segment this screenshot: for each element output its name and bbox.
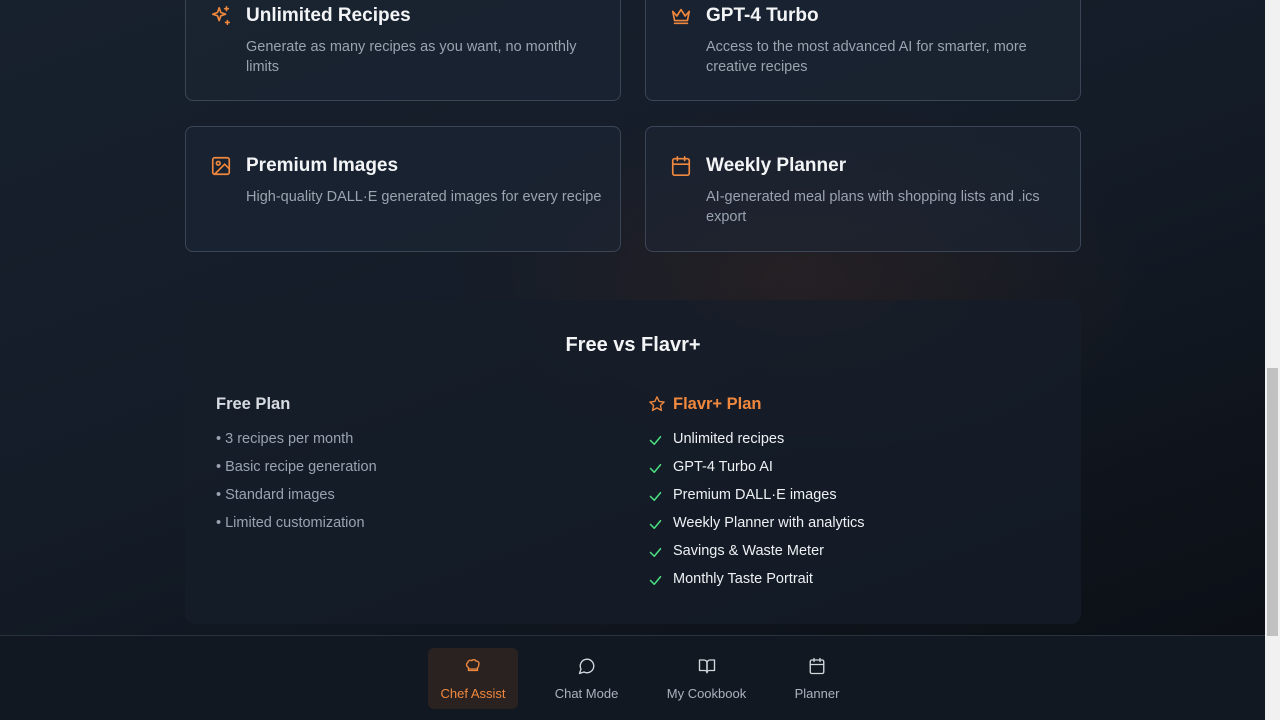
list-item: GPT-4 Turbo AI <box>648 459 865 487</box>
list-item: • Standard images <box>216 487 335 503</box>
check-icon <box>649 463 662 474</box>
feature-card-unlimited-recipes: Unlimited Recipes Generate as many recip… <box>185 0 621 101</box>
nav-label: Chat Mode <box>554 686 619 701</box>
check-icon <box>649 547 662 558</box>
feature-title: Weekly Planner <box>706 155 847 176</box>
feature-description: Generate as many recipes as you want, no… <box>246 39 577 75</box>
feature-title: Premium Images <box>246 155 399 176</box>
feature-description: AI-generated meal plans with shopping li… <box>706 189 1040 225</box>
list-item: • Limited customization <box>216 515 365 531</box>
chef-hat-icon <box>465 658 480 672</box>
list-item: Unlimited recipes <box>648 431 865 459</box>
nav-label: My Cookbook <box>666 686 747 701</box>
list-item-label: GPT-4 Turbo AI <box>673 459 773 475</box>
sparkles-icon <box>211 6 231 26</box>
star-icon <box>649 396 665 412</box>
list-item: • Basic recipe generation <box>216 459 377 475</box>
list-item-label: Unlimited recipes <box>673 431 785 447</box>
list-item-label: Monthly Taste Portrait <box>673 571 813 587</box>
page-scrollbar[interactable] <box>1265 0 1280 720</box>
list-item-label: Premium DALL·E images <box>673 487 837 503</box>
scrollbar-thumb[interactable] <box>1267 368 1278 636</box>
feature-title: GPT-4 Turbo <box>706 5 819 26</box>
flavr-plus-plan-heading: Flavr+ Plan <box>673 395 762 413</box>
feature-title: Unlimited Recipes <box>246 5 411 26</box>
list-item: Premium DALL·E images <box>648 487 865 515</box>
list-item-label: Weekly Planner with analytics <box>673 515 865 531</box>
crown-icon <box>671 8 691 25</box>
nav-item-my-cookbook[interactable]: My Cookbook <box>657 648 756 709</box>
comparison-title: Free vs Flavr+ <box>565 334 701 356</box>
check-icon <box>649 575 662 586</box>
plan-comparison-panel: Free vs Flavr+ Free Plan • 3 recipes per… <box>185 300 1081 624</box>
feature-description: Access to the most advanced AI for smart… <box>706 39 1027 75</box>
check-icon <box>649 519 662 530</box>
list-item: Weekly Planner with analytics <box>648 515 865 543</box>
check-icon <box>649 491 662 502</box>
check-icon <box>649 435 662 446</box>
feature-card-gpt4-turbo: GPT-4 Turbo Access to the most advanced … <box>645 0 1081 101</box>
book-open-icon <box>698 659 715 674</box>
nav-item-chat-mode[interactable]: Chat Mode <box>543 648 630 709</box>
nav-item-planner[interactable]: Planner <box>783 648 851 709</box>
list-item-label: Savings & Waste Meter <box>673 543 824 559</box>
feature-card-weekly-planner: Weekly Planner AI-generated meal plans w… <box>645 126 1081 252</box>
flavr-plus-plan-list: Unlimited recipes GPT-4 Turbo AI Premium… <box>648 431 865 599</box>
list-item: Savings & Waste Meter <box>648 543 865 571</box>
feature-card-premium-images: Premium Images High-quality DALL·E gener… <box>185 126 621 252</box>
nav-label: Chef Assist <box>440 686 506 701</box>
calendar-icon <box>809 657 825 675</box>
image-icon <box>211 156 231 176</box>
feature-description: High-quality DALL·E generated images for… <box>246 189 602 205</box>
bottom-navigation: Chef Assist Chat Mode My Cookbook Planne… <box>0 635 1265 720</box>
free-plan-list: • 3 recipes per month • Basic recipe gen… <box>216 431 377 543</box>
free-plan-heading: Free Plan <box>216 395 291 413</box>
nav-item-chef-assist[interactable]: Chef Assist <box>428 648 518 709</box>
calendar-icon <box>671 156 691 176</box>
list-item: Monthly Taste Portrait <box>648 571 865 599</box>
list-item: • 3 recipes per month <box>216 431 354 447</box>
nav-label: Planner <box>794 686 840 701</box>
chat-bubble-icon <box>578 658 594 675</box>
